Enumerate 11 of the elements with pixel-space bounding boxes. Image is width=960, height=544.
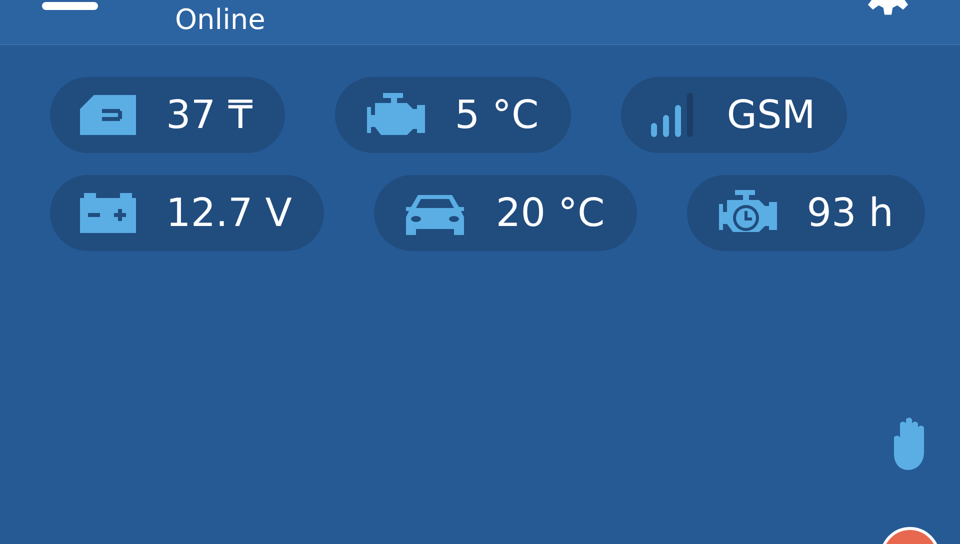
status-text: Online	[175, 3, 266, 37]
menu-icon[interactable]	[42, 2, 98, 10]
chip-value: 20 °C	[496, 190, 605, 236]
chip-value: GSM	[726, 92, 816, 138]
chip-value: 37 ₸	[166, 92, 253, 138]
chip-value: 12.7 V	[166, 190, 292, 236]
chip-value: 5 °C	[454, 92, 539, 138]
chip-value: 93 h	[806, 190, 894, 236]
sim-card-icon	[80, 95, 136, 135]
engine-icon	[364, 93, 425, 137]
battery-icon	[80, 193, 136, 233]
